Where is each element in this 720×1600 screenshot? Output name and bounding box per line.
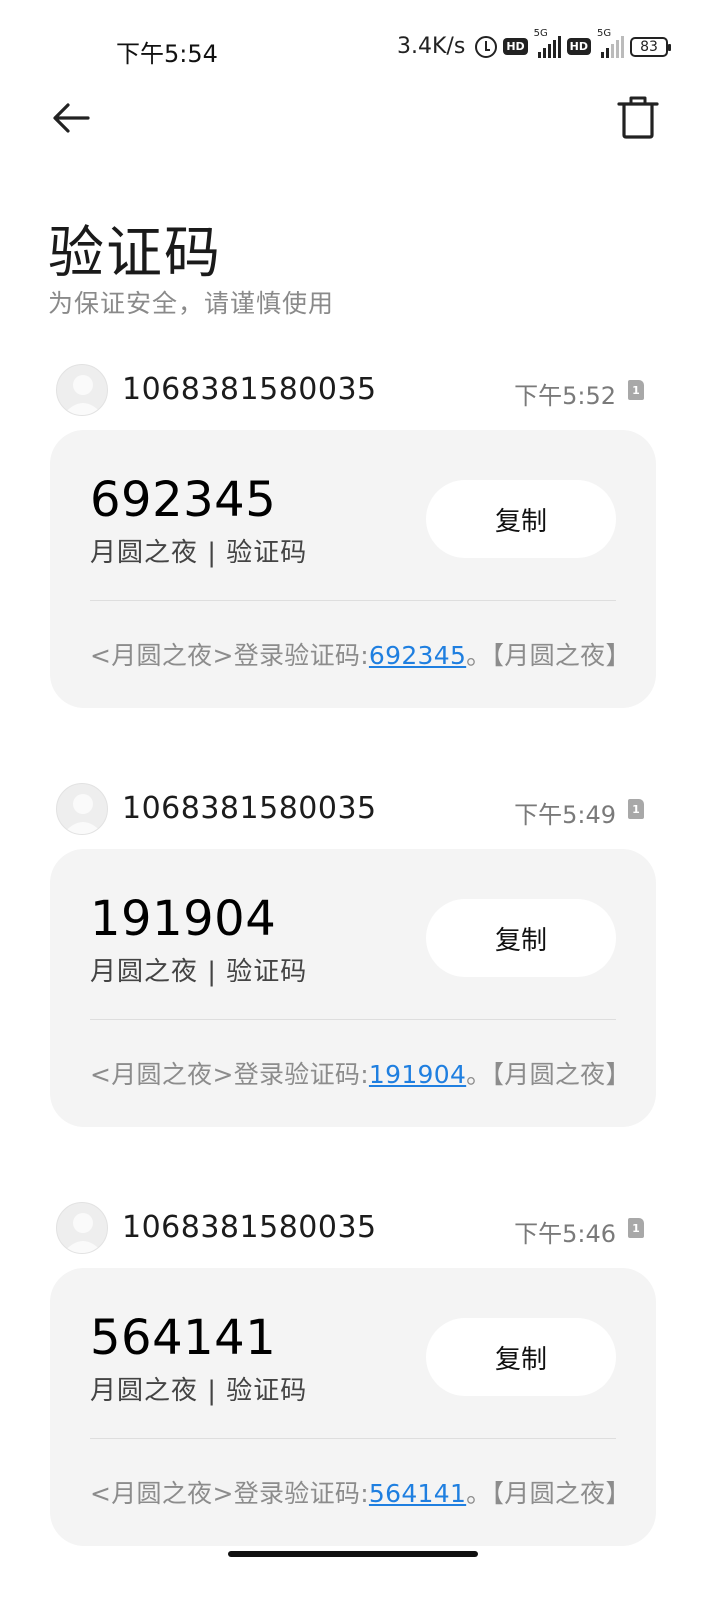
copy-button[interactable]: 复制 (426, 899, 616, 977)
sender-number: 1068381580035 (122, 372, 377, 407)
copy-button[interactable]: 复制 (426, 480, 616, 558)
code-source: 月圆之夜 | 验证码 (90, 1376, 308, 1406)
code-source: 月圆之夜 | 验证码 (90, 957, 308, 987)
body-prefix: <月圆之夜>登录验证码: (90, 1060, 369, 1089)
message-time: 下午5:52 (514, 382, 616, 410)
network-speed: 3.4K/s (397, 34, 466, 59)
page-subtitle: 为保证安全，请谨慎使用 (48, 289, 335, 318)
message-header: 1068381580035 下午5:52 1 (56, 364, 656, 416)
person-icon (63, 375, 103, 415)
status-bar: 下午5:54 3.4K/s HD 5G HD 5G 83 (0, 0, 720, 96)
signal-sim1-icon: 5G (534, 28, 561, 58)
verification-code: 564141 (90, 1310, 277, 1366)
code-link[interactable]: 191904 (369, 1060, 466, 1089)
body-suffix: 。【月圆之夜】 (466, 1479, 631, 1508)
delete-button[interactable] (616, 94, 660, 140)
message-time: 下午5:49 (514, 801, 616, 829)
person-icon (63, 794, 103, 834)
verification-code: 692345 (90, 472, 277, 528)
home-indicator[interactable] (228, 1551, 478, 1557)
person-icon (63, 1213, 103, 1253)
sim-card-icon: 1 (628, 799, 644, 819)
copy-button[interactable]: 复制 (426, 1318, 616, 1396)
verification-code: 191904 (90, 891, 277, 947)
signal-sim2-icon: 5G (597, 28, 624, 58)
code-card: 191904 月圆之夜 | 验证码 复制 <月圆之夜>登录验证码:191904。… (50, 849, 656, 1127)
hd-icon-2: HD (566, 38, 591, 55)
message-header: 1068381580035 下午5:46 1 (56, 1202, 656, 1254)
message-body: <月圆之夜>登录验证码:191904。【月圆之夜】 (90, 1055, 631, 1091)
message-header: 1068381580035 下午5:49 1 (56, 783, 656, 835)
body-suffix: 。【月圆之夜】 (466, 1060, 631, 1089)
avatar[interactable] (56, 1202, 108, 1254)
avatar[interactable] (56, 364, 108, 416)
code-card: 564141 月圆之夜 | 验证码 复制 <月圆之夜>登录验证码:564141。… (50, 1268, 656, 1546)
body-prefix: <月圆之夜>登录验证码: (90, 641, 369, 670)
body-prefix: <月圆之夜>登录验证码: (90, 1479, 369, 1508)
code-link[interactable]: 564141 (369, 1479, 466, 1508)
avatar[interactable] (56, 783, 108, 835)
code-card: 692345 月圆之夜 | 验证码 复制 <月圆之夜>登录验证码:692345。… (50, 430, 656, 708)
divider (90, 1019, 616, 1020)
code-source: 月圆之夜 | 验证码 (90, 538, 308, 568)
sender-number: 1068381580035 (122, 1210, 377, 1245)
sim-card-icon: 1 (628, 380, 644, 400)
code-link[interactable]: 692345 (369, 641, 466, 670)
arrow-left-icon (53, 103, 90, 133)
sim-card-icon: 1 (628, 1218, 644, 1238)
sender-number: 1068381580035 (122, 791, 377, 826)
divider (90, 1438, 616, 1439)
body-suffix: 。【月圆之夜】 (466, 641, 631, 670)
message-body: <月圆之夜>登录验证码:564141。【月圆之夜】 (90, 1474, 631, 1510)
battery-icon: 83 (630, 36, 671, 57)
status-time: 下午5:54 (116, 40, 218, 68)
divider (90, 600, 616, 601)
message-body: <月圆之夜>登录验证码:692345。【月圆之夜】 (90, 636, 631, 672)
hd-icon: HD (503, 38, 528, 55)
alarm-icon (475, 35, 498, 58)
back-button[interactable] (48, 96, 96, 144)
message-time: 下午5:46 (514, 1220, 616, 1248)
page-title: 验证码 (48, 221, 222, 286)
status-icons: 3.4K/s HD 5G HD 5G 83 (397, 28, 671, 59)
trash-icon (617, 96, 659, 139)
